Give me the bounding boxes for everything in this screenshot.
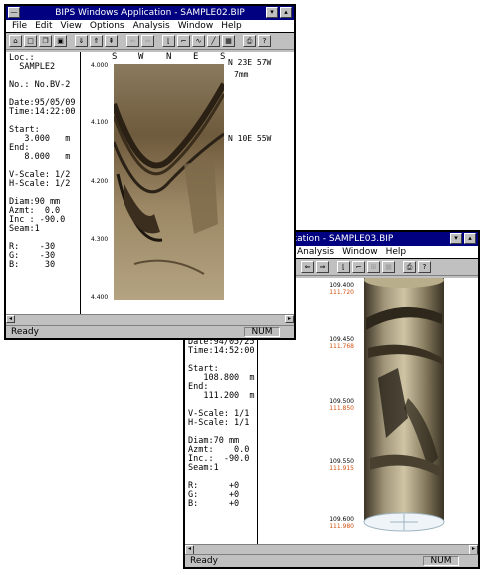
- status-text: Ready: [190, 556, 218, 566]
- menu-help[interactable]: Help: [382, 246, 411, 258]
- compass-label-e: E: [193, 52, 199, 62]
- help-icon[interactable]: ?: [418, 261, 431, 273]
- depth-label: 4.000: [91, 62, 109, 69]
- grid-icon[interactable]: ▦: [382, 261, 395, 273]
- system-menu-button[interactable]: —: [8, 7, 20, 18]
- compass-label-n: N: [166, 52, 172, 62]
- menu-file[interactable]: File: [8, 20, 31, 32]
- arrow-left-icon[interactable]: ⇐: [126, 35, 139, 47]
- depth-label: 109.550 111.915: [329, 458, 354, 472]
- minimize-button[interactable]: ▾: [450, 233, 462, 244]
- save-icon[interactable]: ▣: [54, 35, 67, 47]
- arrow-up-icon[interactable]: ⇑: [90, 35, 103, 47]
- fracture-annotation: N 10E 55W: [228, 134, 272, 143]
- measure-icon[interactable]: ⌐: [177, 35, 190, 47]
- scroll-left-arrow[interactable]: ◂: [6, 315, 15, 323]
- unrolled-core-image: [114, 64, 224, 300]
- status-bar: Ready NUM: [6, 325, 294, 338]
- depth-label: 109.450 111.768: [329, 336, 354, 350]
- minimize-button[interactable]: ▾: [266, 7, 278, 18]
- jump-icon[interactable]: ⇞: [105, 35, 118, 47]
- compass-label-s: S: [112, 52, 118, 62]
- title-bar[interactable]: — BIPS Windows Application - SAMPLE02.BI…: [6, 6, 294, 20]
- menu-analysis[interactable]: Analysis: [293, 246, 338, 258]
- help-icon[interactable]: ?: [258, 35, 271, 47]
- arrow-right-icon[interactable]: ⇒: [141, 35, 154, 47]
- horizontal-scrollbar[interactable]: ◂ ▸: [6, 314, 294, 323]
- menu-window[interactable]: Window: [174, 20, 218, 32]
- menu-bar: File Edit View Options Analysis Window H…: [6, 20, 294, 33]
- menu-window[interactable]: Window: [338, 246, 382, 258]
- new-icon[interactable]: □: [24, 35, 37, 47]
- grid-icon[interactable]: ▦: [222, 35, 235, 47]
- menu-options[interactable]: Options: [86, 20, 129, 32]
- window-title: BIPS Windows Application - SAMPLE02.BIP: [55, 8, 245, 18]
- menu-analysis[interactable]: Analysis: [129, 20, 174, 32]
- depth-label: 109.400 111.720: [329, 282, 354, 296]
- ruler-icon[interactable]: ⌊: [337, 261, 350, 273]
- depth-label: 109.600 111.980: [329, 516, 354, 530]
- maximize-button[interactable]: ▴: [464, 233, 476, 244]
- ruler-icon[interactable]: ⌊: [162, 35, 175, 47]
- compass-label-s2: S: [220, 52, 226, 62]
- zoom-icon[interactable]: ⊞: [367, 261, 380, 273]
- print-icon[interactable]: ⎙: [243, 35, 256, 47]
- measure-icon[interactable]: ⌐: [352, 261, 365, 273]
- borehole-info-panel: Loc.: SAMPLE2 No.: No.BV-2 Date:95/05/09…: [6, 52, 81, 314]
- maximize-button[interactable]: ▴: [280, 7, 292, 18]
- copy-icon[interactable]: ❐: [39, 35, 52, 47]
- toolbar: ⌂ □ ❐ ▣ ⇓ ⇑ ⇞ ⇐ ⇒ ⌊ ⌐ ∿ ╱ ▦ ⎙ ?: [6, 33, 294, 50]
- depth-label: 4.400: [91, 294, 109, 301]
- arrow-left-icon[interactable]: ⇐: [301, 261, 314, 273]
- wave-icon[interactable]: ∿: [192, 35, 205, 47]
- fracture-annotation: N 23E 57W: [228, 58, 272, 67]
- print-icon[interactable]: ⎙: [403, 261, 416, 273]
- arrow-right-icon[interactable]: ⇒: [316, 261, 329, 273]
- depth-label: 4.200: [91, 178, 109, 185]
- menu-help[interactable]: Help: [217, 20, 246, 32]
- document-area: Loc.: SAMPLE2 No.: No.BV-2 Date:95/05/09…: [6, 52, 294, 314]
- depth-label: 109.500 111.850: [329, 398, 354, 412]
- num-lock-indicator: NUM: [244, 327, 280, 337]
- aperture-annotation: 7mm: [234, 70, 249, 79]
- compass-label-w: W: [138, 52, 144, 62]
- depth-label: 4.100: [91, 119, 109, 126]
- status-bar: Ready NUM: [185, 554, 478, 567]
- arrow-down-icon[interactable]: ⇓: [75, 35, 88, 47]
- window-sample02[interactable]: — BIPS Windows Application - SAMPLE02.BI…: [4, 4, 296, 340]
- line-icon[interactable]: ╱: [207, 35, 220, 47]
- depth-label: 4.300: [91, 236, 109, 243]
- status-text: Ready: [11, 327, 39, 337]
- scroll-right-arrow[interactable]: ▸: [285, 315, 294, 323]
- open-icon[interactable]: ⌂: [9, 35, 22, 47]
- core-image-view[interactable]: S W N E S 4.000 4.100 4.200 4.300 4.400 …: [81, 52, 294, 314]
- num-lock-indicator: NUM: [423, 556, 459, 566]
- menu-view[interactable]: View: [57, 20, 86, 32]
- menu-edit[interactable]: Edit: [31, 20, 56, 32]
